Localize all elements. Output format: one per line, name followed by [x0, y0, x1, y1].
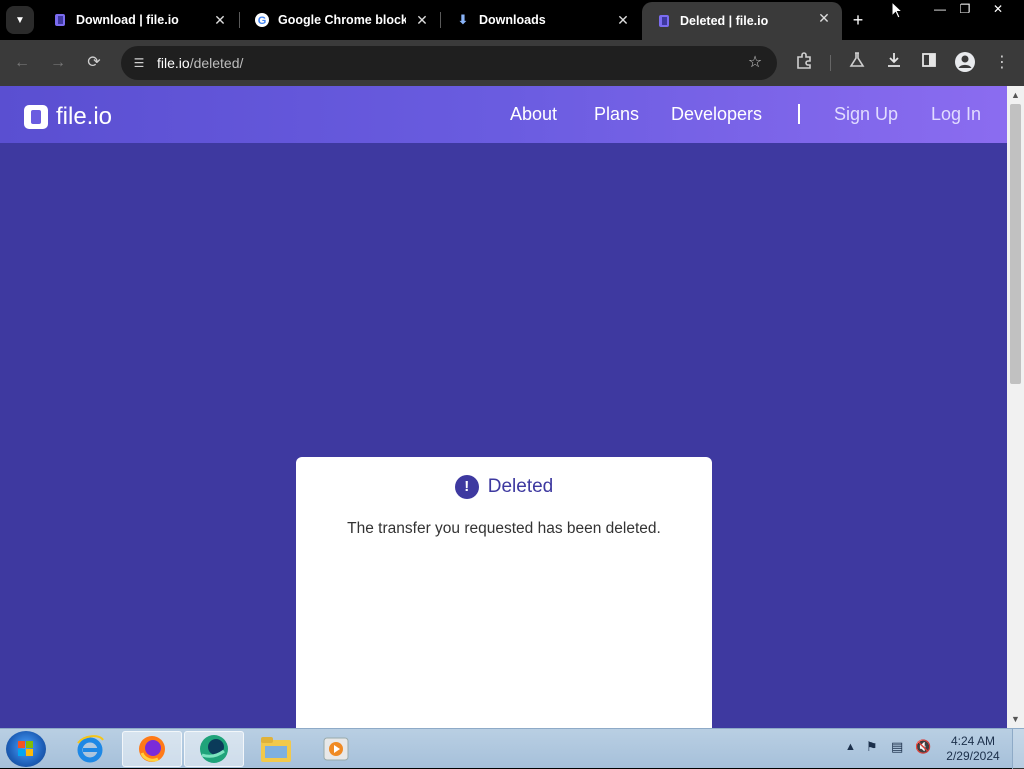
url-text: file.io/deleted/ — [157, 55, 244, 71]
deleted-card: ! Deleted The transfer you requested has… — [296, 457, 712, 728]
profile-avatar-icon[interactable] — [953, 51, 977, 75]
labs-flask-icon[interactable] — [845, 51, 869, 75]
svg-text:G: G — [258, 15, 267, 27]
close-tab-icon[interactable]: ✕ — [816, 10, 832, 26]
restore-icon[interactable]: ❐ — [951, 0, 979, 20]
firefox-icon — [139, 736, 165, 762]
tab-title: Download | file.io — [76, 13, 179, 27]
site-info-icon[interactable]: ☰ — [131, 55, 147, 71]
windows-logo-icon — [18, 741, 34, 757]
google-favicon-icon: G — [254, 12, 270, 28]
nav-signup-link[interactable]: Sign Up — [834, 104, 898, 125]
extensions-puzzle-icon[interactable] — [792, 51, 816, 75]
windows-taskbar: ▲ ⚑ ▤ 🔇 4:24 AM 2/29/2024 — [0, 728, 1024, 769]
tab-strip: ▼ Download | file.io ✕ G Google Chrome b… — [0, 0, 1024, 40]
tab-google-chrome-blocks[interactable]: G Google Chrome blocks ✕ — [240, 4, 440, 36]
start-button[interactable] — [6, 731, 46, 767]
action-center-flag-icon[interactable]: ⚑ — [866, 739, 878, 755]
scroll-down-arrow-icon[interactable]: ▼ — [1007, 712, 1024, 726]
media-player-icon — [323, 737, 349, 761]
close-tab-icon[interactable]: ✕ — [414, 12, 430, 28]
internet-explorer-icon — [77, 735, 104, 763]
fileio-favicon-icon — [52, 12, 68, 28]
nav-about-link[interactable]: About — [510, 104, 557, 125]
address-bar[interactable]: ☰ file.io/deleted/ ☆ — [121, 46, 777, 80]
forward-arrow-icon[interactable]: → — [46, 51, 70, 75]
scroll-up-arrow-icon[interactable]: ▲ — [1007, 88, 1024, 102]
downloads-icon[interactable] — [882, 51, 906, 75]
taskbar-firefox[interactable] — [122, 731, 182, 767]
folder-icon — [261, 737, 291, 762]
tab-title: Google Chrome blocks — [278, 13, 406, 27]
new-tab-button[interactable]: + — [848, 10, 868, 30]
scrollbar-thumb[interactable] — [1010, 104, 1021, 384]
back-arrow-icon[interactable]: ← — [10, 51, 34, 75]
clock-time: 4:24 AM — [950, 734, 996, 748]
side-panel-icon[interactable] — [917, 51, 941, 75]
tab-downloads[interactable]: ⬇ Downloads ✕ — [441, 4, 641, 36]
vertical-scrollbar[interactable]: ▲ ▼ — [1007, 86, 1024, 728]
menu-kebab-icon[interactable]: ⋮ — [990, 51, 1014, 75]
bookmark-star-icon[interactable]: ☆ — [745, 53, 765, 73]
tab-title: Deleted | file.io — [680, 14, 769, 28]
tab-deleted-fileio[interactable]: Deleted | file.io ✕ — [642, 2, 842, 40]
taskbar-internet-explorer[interactable] — [60, 731, 120, 767]
chevron-down-icon: ▼ — [15, 14, 25, 26]
close-window-icon[interactable]: ✕ — [984, 0, 1012, 20]
network-icon[interactable]: ▤ — [891, 739, 903, 755]
taskbar-file-explorer[interactable] — [246, 731, 306, 767]
taskbar-clock[interactable]: 4:24 AM 2/29/2024 — [942, 734, 1004, 764]
mouse-cursor-icon — [891, 1, 903, 19]
card-header: ! Deleted — [296, 475, 712, 499]
clock-date: 2/29/2024 — [946, 749, 1000, 763]
tray-overflow-arrow-icon[interactable]: ▲ — [845, 741, 856, 753]
tab-search-button[interactable]: ▼ — [6, 6, 34, 34]
close-tab-icon[interactable]: ✕ — [615, 12, 631, 28]
card-title: Deleted — [487, 476, 554, 497]
browser-app-icon — [200, 735, 228, 763]
fileio-favicon-icon — [656, 13, 672, 29]
site-header: file.io About Plans Developers Sign Up L… — [0, 86, 1007, 143]
nav-plans-link[interactable]: Plans — [594, 104, 639, 125]
nav-divider — [798, 104, 800, 124]
fileio-logo[interactable]: file.io — [24, 103, 112, 131]
show-desktop-button[interactable] — [1012, 729, 1024, 769]
nav-developers-link[interactable]: Developers — [671, 104, 762, 125]
taskbar-media-player[interactable] — [306, 731, 366, 767]
fileio-logo-icon — [24, 105, 48, 129]
minimize-icon[interactable]: — — [926, 0, 954, 20]
browser-toolbar: ← → ⟳ ☰ file.io/deleted/ ☆ ⋮ — [0, 40, 1024, 86]
download-favicon-icon: ⬇ — [457, 12, 469, 27]
card-message: The transfer you requested has been dele… — [347, 520, 661, 537]
nav-login-link[interactable]: Log In — [931, 104, 981, 125]
page-viewport: file.io About Plans Developers Sign Up L… — [0, 86, 1007, 728]
logo-text: file.io — [56, 103, 113, 130]
reload-icon[interactable]: ⟳ — [82, 51, 106, 75]
toolbar-separator — [830, 55, 831, 71]
tab-title: Downloads — [479, 13, 546, 27]
alert-exclamation-icon: ! — [454, 475, 479, 499]
tab-download-fileio[interactable]: Download | file.io ✕ — [38, 4, 238, 36]
volume-muted-icon[interactable]: 🔇 — [915, 739, 931, 755]
taskbar-chrome-app[interactable] — [184, 731, 244, 767]
close-tab-icon[interactable]: ✕ — [212, 12, 228, 28]
